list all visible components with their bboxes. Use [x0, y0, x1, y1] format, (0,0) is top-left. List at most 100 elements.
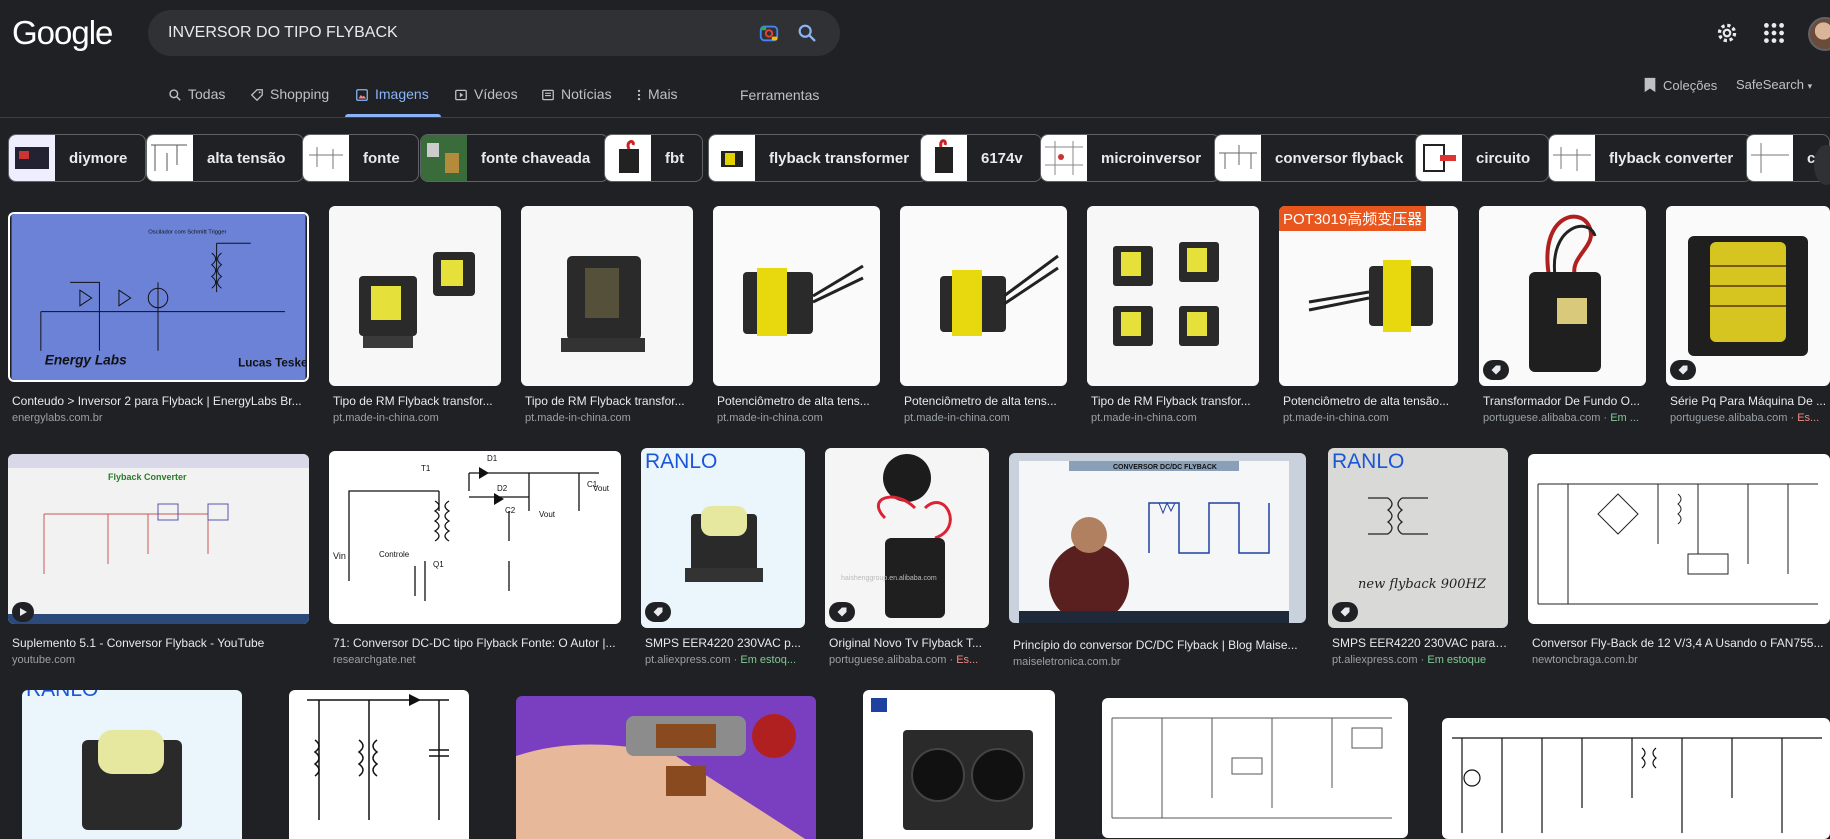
result-thumbnail	[1087, 206, 1259, 386]
result-source[interactable]: pt.aliexpress.com · Em estoque	[1332, 654, 1508, 666]
result-caption[interactable]: Conversor Fly-Back de 12 V/3,4 A Usando …	[1532, 636, 1830, 650]
image-result[interactable]: Vin T1 D1 D2 C1 C2 Vout Vout Controle Q1…	[329, 451, 621, 670]
result-thumbnail	[289, 690, 469, 839]
result-caption[interactable]: Tipo de RM Flyback transfor...	[1091, 394, 1259, 408]
image-result[interactable]: Tipo de RM Flyback transfor... pt.made-i…	[521, 206, 693, 426]
play-icon	[455, 89, 467, 101]
chip-thumbnail	[1549, 135, 1595, 181]
image-result[interactable]: Conversor Fly-Back de 12 V/3,4 A Usando …	[1528, 454, 1830, 670]
result-source[interactable]: portuguese.alibaba.com · Em ...	[1483, 412, 1646, 424]
result-source[interactable]: pt.made-in-china.com	[1283, 412, 1458, 424]
image-result[interactable]: RANLO	[22, 690, 242, 839]
search-input[interactable]: INVERSOR DO TIPO FLYBACK	[168, 24, 398, 42]
result-caption[interactable]: Potenciômetro de alta tens...	[904, 394, 1067, 408]
result-source[interactable]: portuguese.alibaba.com · Es...	[829, 654, 989, 666]
chip-thumbnail	[1747, 135, 1793, 181]
related-chips-bar: diymore alta tensão fonte fonte chaveada…	[8, 134, 1830, 182]
image-result[interactable]: Potenciômetro de alta tens... pt.made-in…	[713, 206, 880, 426]
safesearch-button[interactable]: SafeSearch ▾	[1736, 77, 1812, 92]
result-caption[interactable]: Tipo de RM Flyback transfor...	[333, 394, 501, 408]
image-result[interactable]	[863, 690, 1055, 839]
shopping-tag-icon	[645, 602, 671, 622]
image-result[interactable]	[289, 690, 469, 839]
chip-flyback-transformer[interactable]: flyback transformer	[708, 134, 929, 182]
result-source[interactable]: pt.made-in-china.com	[525, 412, 693, 424]
result-source[interactable]: youtube.com	[12, 654, 308, 666]
stock-status: Em estoq...	[740, 654, 797, 666]
result-thumbnail	[863, 690, 1055, 839]
image-result[interactable]	[516, 696, 816, 839]
image-text: RANLO	[26, 690, 98, 702]
image-result[interactable]: Tipo de RM Flyback transfor... pt.made-i…	[329, 206, 501, 426]
chip-fonte[interactable]: fonte	[302, 134, 419, 182]
result-caption[interactable]: 71: Conversor DC-DC tipo Flyback Fonte: …	[333, 636, 621, 650]
image-result[interactable]: POT3019高频变压器 Potenciômetro de alta tensã…	[1279, 206, 1458, 426]
chip-fonte-chaveada[interactable]: fonte chaveada	[420, 134, 610, 182]
image-text: D2	[497, 484, 508, 493]
collections-link[interactable]: Coleções	[1643, 77, 1717, 93]
image-result[interactable]: Série Pq Para Máquina De ... portuguese.…	[1666, 206, 1830, 426]
chip-conversor-flyback[interactable]: conversor flyback	[1214, 134, 1423, 182]
result-caption[interactable]: Princípio do conversor DC/DC Flyback | B…	[1013, 638, 1306, 652]
tab-noticias[interactable]: Notícias	[541, 86, 612, 118]
result-source[interactable]: pt.aliexpress.com · Em estoq...	[645, 654, 805, 666]
result-caption[interactable]: Original Novo Tv Flyback T...	[829, 636, 989, 650]
result-caption[interactable]: Conteudo > Inversor 2 para Flyback | Ene…	[12, 394, 308, 408]
apps-grid-icon[interactable]	[1761, 20, 1787, 46]
result-source[interactable]: pt.made-in-china.com	[717, 412, 880, 424]
google-logo[interactable]: Google	[12, 14, 113, 52]
search-icon[interactable]	[796, 22, 818, 44]
result-caption[interactable]: Suplemento 5.1 - Conversor Flyback - You…	[12, 636, 308, 650]
chip-alta-tensao[interactable]: alta tensão	[146, 134, 305, 182]
image-result[interactable]	[1442, 718, 1830, 839]
result-caption[interactable]: Série Pq Para Máquina De ...	[1670, 394, 1830, 408]
result-caption[interactable]: Transformador De Fundo O...	[1483, 394, 1646, 408]
result-source[interactable]: researchgate.net	[333, 654, 621, 666]
result-thumbnail	[1666, 206, 1830, 386]
image-result[interactable]: Tipo de RM Flyback transfor... pt.made-i…	[1087, 206, 1259, 426]
image-result[interactable]	[1102, 698, 1408, 839]
image-result[interactable]: Oscilador com Schmitt Trigger Energy Lab…	[8, 212, 309, 426]
image-result[interactable]: Flyback Converter Suplemento 5.1 - Conve…	[8, 454, 309, 670]
result-caption[interactable]: Potenciômetro de alta tensão...	[1283, 394, 1458, 408]
chip-label: fbt	[665, 149, 685, 167]
tab-label: Imagens	[375, 86, 429, 102]
chip-6174v[interactable]: 6174v	[920, 134, 1042, 182]
image-text: T1	[421, 464, 431, 473]
chip-thumbnail	[147, 135, 193, 181]
result-source[interactable]: energylabs.com.br	[12, 412, 308, 424]
tab-shopping[interactable]: Shopping	[250, 86, 329, 118]
result-caption[interactable]: Potenciômetro de alta tens...	[717, 394, 880, 408]
result-source[interactable]: maiseletronica.com.br	[1013, 656, 1306, 668]
result-caption[interactable]: SMPS EER4220 230VAC p...	[645, 636, 805, 650]
chip-flyback-converter[interactable]: flyback converter	[1548, 134, 1753, 182]
image-result[interactable]: new flyback 900HZ RANLO SMPS EER4220 230…	[1328, 448, 1508, 670]
result-thumbnail: POT3019高频变压器	[1279, 206, 1458, 386]
chip-circuito[interactable]: circuito	[1415, 134, 1550, 182]
lens-camera-icon[interactable]	[758, 22, 780, 44]
tab-todas[interactable]: Todas	[168, 86, 225, 118]
image-result[interactable]: Transformador De Fundo O... portuguese.a…	[1479, 206, 1646, 426]
image-result[interactable]: Potenciômetro de alta tens... pt.made-in…	[900, 206, 1067, 426]
chip-microinversor[interactable]: microinversor	[1040, 134, 1221, 182]
search-box[interactable]: INVERSOR DO TIPO FLYBACK	[148, 10, 840, 56]
tab-mais[interactable]: Mais	[636, 86, 678, 118]
tab-videos[interactable]: Vídeos	[454, 86, 518, 118]
account-avatar[interactable]	[1808, 17, 1830, 51]
result-caption[interactable]: SMPS EER4220 230VAC para ...	[1332, 636, 1508, 650]
chip-label: fonte	[363, 149, 400, 167]
result-source[interactable]: pt.made-in-china.com	[333, 412, 501, 424]
image-result[interactable]: CONVERSOR DC/DC FLYBACK Princípio do con…	[1009, 453, 1306, 670]
image-result[interactable]: haishenggroup.en.alibaba.com Original No…	[825, 448, 989, 670]
chip-fbt[interactable]: fbt	[604, 134, 704, 182]
result-source[interactable]: pt.made-in-china.com	[1091, 412, 1259, 424]
tools-button[interactable]: Ferramentas	[740, 87, 819, 103]
gear-icon[interactable]	[1714, 20, 1740, 46]
result-thumbnail: RANLO	[641, 448, 805, 628]
image-result[interactable]: RANLO SMPS EER4220 230VAC p... pt.aliexp…	[641, 448, 805, 670]
result-source[interactable]: newtoncbraga.com.br	[1532, 654, 1830, 666]
chip-diymore[interactable]: diymore	[8, 134, 147, 182]
result-caption[interactable]: Tipo de RM Flyback transfor...	[525, 394, 693, 408]
result-source[interactable]: portuguese.alibaba.com · Es...	[1670, 412, 1830, 424]
result-source[interactable]: pt.made-in-china.com	[904, 412, 1067, 424]
